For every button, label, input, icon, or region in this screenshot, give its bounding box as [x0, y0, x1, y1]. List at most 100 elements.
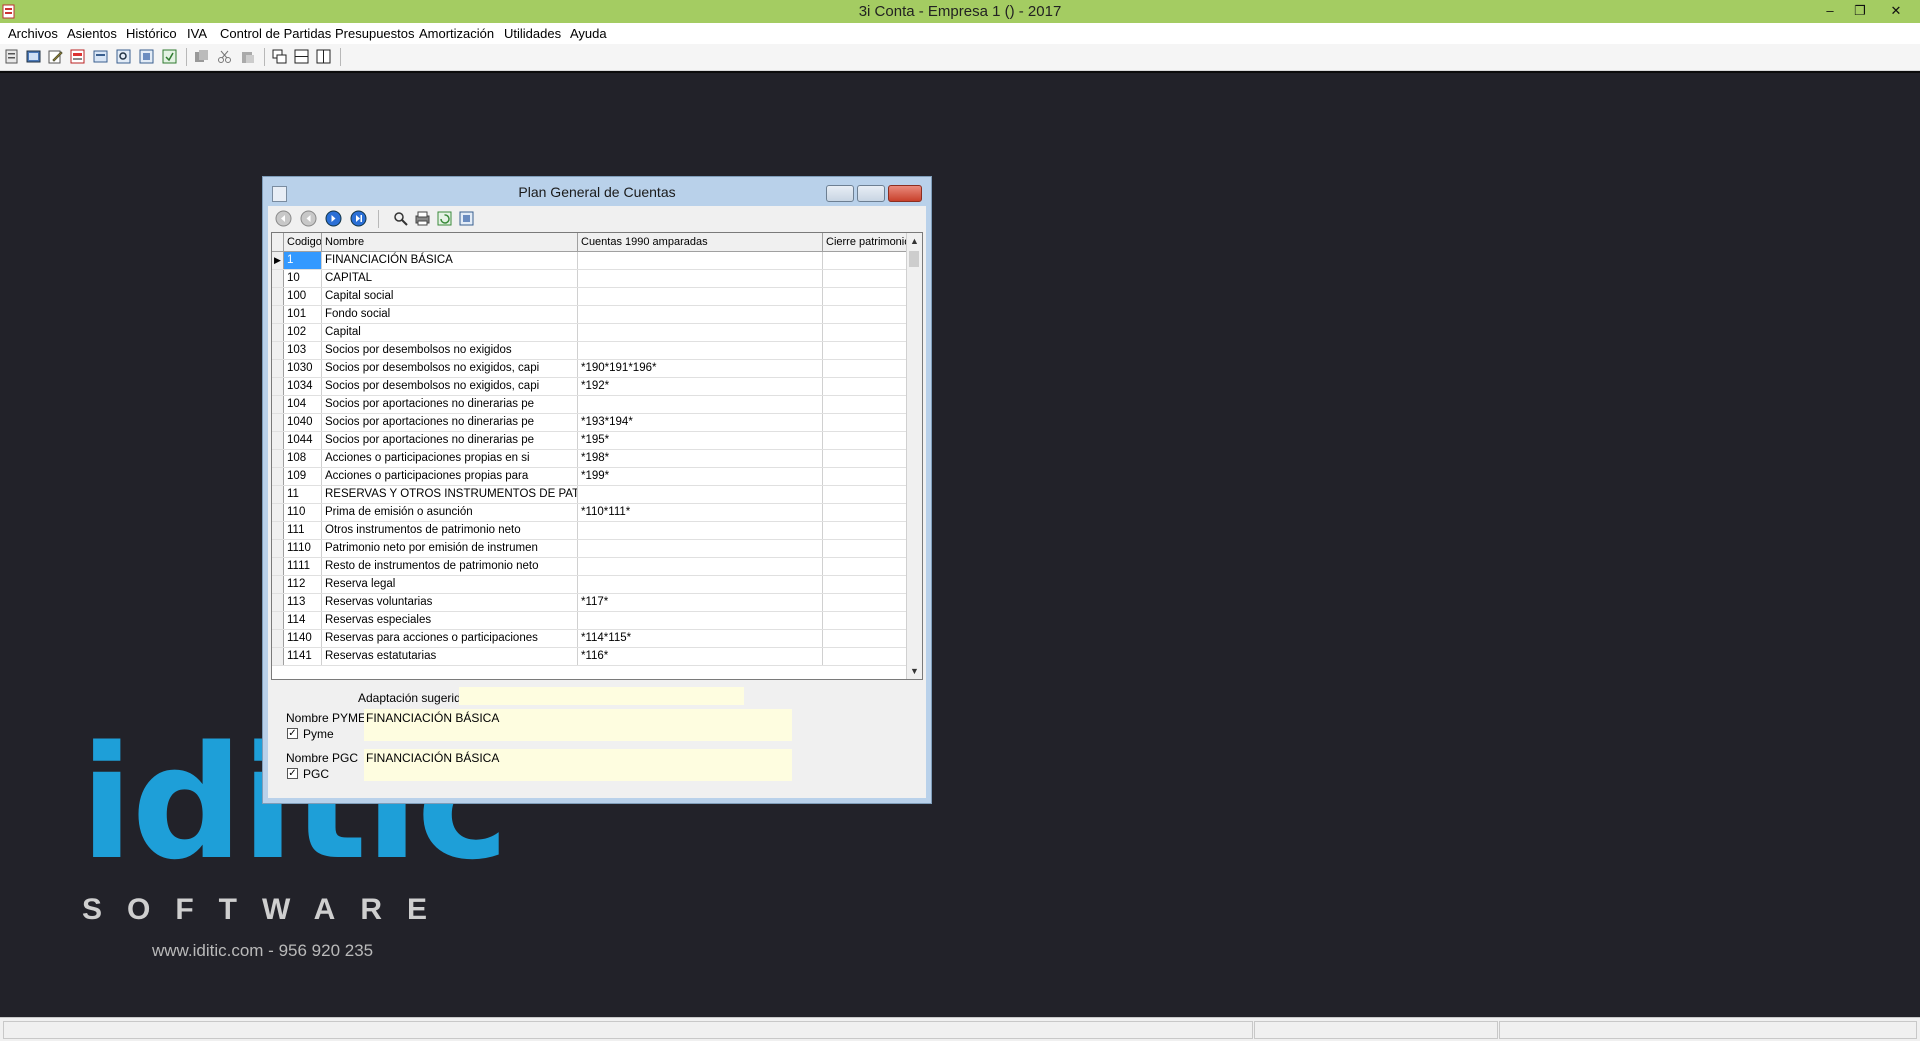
table-row[interactable]: 104 Socios por aportaciones no dinerarias… — [272, 396, 908, 414]
row-indicator[interactable] — [272, 648, 284, 665]
cell-nombre[interactable]: Patrimonio neto por emisión de instrumen — [322, 540, 578, 557]
table-row[interactable]: 1044 Socios por aportaciones no dineraria… — [272, 432, 908, 450]
row-indicator[interactable] — [272, 324, 284, 341]
row-indicator[interactable] — [272, 378, 284, 395]
cell-cuentas-1990[interactable]: *192* — [578, 378, 823, 395]
table-row[interactable]: 113 Reservas voluntarias *117* — [272, 594, 908, 612]
scrollbar-thumb[interactable] — [909, 251, 919, 267]
cell-codigo[interactable]: 1030 — [284, 360, 322, 377]
table-row[interactable]: 11 RESERVAS Y OTROS INSTRUMENTOS DE PATRI — [272, 486, 908, 504]
cell-cuentas-1990[interactable]: *199* — [578, 468, 823, 485]
cell-nombre[interactable]: FINANCIACIÓN BÁSICA — [322, 252, 578, 269]
close-button[interactable]: ✕ — [1882, 1, 1910, 21]
cell-codigo[interactable]: 10 — [284, 270, 322, 287]
cell-cierre-patrimonio[interactable] — [823, 324, 908, 341]
pgc-checkbox[interactable]: ✓ — [287, 768, 298, 779]
table-row[interactable]: 103 Socios por desembolsos no exigidos — [272, 342, 908, 360]
cell-nombre[interactable]: Reservas para acciones o participaciones — [322, 630, 578, 647]
cell-cuentas-1990[interactable]: *114*115* — [578, 630, 823, 647]
cell-cuentas-1990[interactable] — [578, 558, 823, 575]
cell-cierre-patrimonio[interactable] — [823, 360, 908, 377]
cell-codigo[interactable]: 102 — [284, 324, 322, 341]
cell-nombre[interactable]: Reservas estatutarias — [322, 648, 578, 665]
menu-amortizacion[interactable]: Amortización — [419, 26, 494, 41]
cell-cierre-patrimonio[interactable] — [823, 594, 908, 611]
cell-cierre-patrimonio[interactable] — [823, 432, 908, 449]
menu-iva[interactable]: IVA — [187, 26, 207, 41]
cell-nombre[interactable]: Prima de emisión o asunción — [322, 504, 578, 521]
cell-nombre[interactable]: Capital — [322, 324, 578, 341]
restore-button[interactable]: ❐ — [1846, 1, 1874, 21]
child-maximize-button[interactable] — [857, 185, 885, 202]
row-indicator[interactable] — [272, 270, 284, 287]
pgc-name-field[interactable]: FINANCIACIÓN BÁSICA — [364, 749, 792, 781]
edit-icon[interactable] — [48, 49, 63, 64]
cell-nombre[interactable]: Resto de instrumentos de patrimonio neto — [322, 558, 578, 575]
row-indicator[interactable] — [272, 468, 284, 485]
table-row[interactable]: 108 Acciones o participaciones propias en… — [272, 450, 908, 468]
table-row[interactable]: 111 Otros instrumentos de patrimonio neto — [272, 522, 908, 540]
row-indicator[interactable] — [272, 504, 284, 521]
cell-cierre-patrimonio[interactable] — [823, 648, 908, 665]
pyme-checkbox[interactable]: ✓ — [287, 728, 298, 739]
vat-icon[interactable] — [70, 49, 85, 64]
table-row[interactable]: 101 Fondo social — [272, 306, 908, 324]
minimize-button[interactable]: – — [1816, 1, 1844, 21]
cell-codigo[interactable]: 103 — [284, 342, 322, 359]
cell-cuentas-1990[interactable] — [578, 306, 823, 323]
cell-codigo[interactable]: 1141 — [284, 648, 322, 665]
row-indicator[interactable] — [272, 540, 284, 557]
cell-cierre-patrimonio[interactable] — [823, 522, 908, 539]
cell-cierre-patrimonio[interactable] — [823, 468, 908, 485]
cell-nombre[interactable]: Acciones o participaciones propias para — [322, 468, 578, 485]
cell-cierre-patrimonio[interactable] — [823, 270, 908, 287]
row-indicator[interactable] — [272, 342, 284, 359]
cell-cuentas-1990[interactable] — [578, 342, 823, 359]
cell-cuentas-1990[interactable]: *116* — [578, 648, 823, 665]
cell-nombre[interactable]: Socios por desembolsos no exigidos — [322, 342, 578, 359]
report-icon[interactable] — [93, 49, 108, 64]
cell-codigo[interactable]: 114 — [284, 612, 322, 629]
current-row-indicator-icon[interactable]: ▶ — [272, 252, 284, 269]
copy-icon[interactable] — [194, 49, 209, 64]
cell-cierre-patrimonio[interactable] — [823, 252, 908, 269]
cell-cierre-patrimonio[interactable] — [823, 612, 908, 629]
cell-nombre[interactable]: RESERVAS Y OTROS INSTRUMENTOS DE PATRI — [322, 486, 578, 503]
cell-codigo[interactable]: 112 — [284, 576, 322, 593]
menu-control-partidas[interactable]: Control de Partidas — [220, 26, 331, 41]
cell-cierre-patrimonio[interactable] — [823, 450, 908, 467]
cell-nombre[interactable]: Fondo social — [322, 306, 578, 323]
table-row[interactable]: 1141 Reservas estatutarias *116* — [272, 648, 908, 666]
menu-asientos[interactable]: Asientos — [67, 26, 117, 41]
cell-codigo[interactable]: 100 — [284, 288, 322, 305]
plan-general-cuentas-window[interactable]: Plan General de Cuentas Codigo Nombre Cu… — [262, 176, 932, 804]
database-icon[interactable] — [26, 49, 41, 64]
cell-codigo[interactable]: 108 — [284, 450, 322, 467]
cell-cuentas-1990[interactable] — [578, 486, 823, 503]
export-icon[interactable] — [162, 49, 177, 64]
cell-nombre[interactable]: Socios por desembolsos no exigidos, capi — [322, 360, 578, 377]
cell-nombre[interactable]: Otros instrumentos de patrimonio neto — [322, 522, 578, 539]
cell-nombre[interactable]: Socios por aportaciones no dinerarias pe — [322, 432, 578, 449]
cell-codigo[interactable]: 1111 — [284, 558, 322, 575]
cell-codigo[interactable]: 1034 — [284, 378, 322, 395]
cell-cierre-patrimonio[interactable] — [823, 630, 908, 647]
last-record-icon[interactable] — [350, 210, 367, 227]
row-indicator[interactable] — [272, 288, 284, 305]
tile-vertical-icon[interactable] — [316, 49, 331, 64]
cell-codigo[interactable]: 113 — [284, 594, 322, 611]
column-header-codigo[interactable]: Codigo — [284, 233, 322, 251]
adaptacion-field[interactable] — [459, 687, 744, 705]
cell-cierre-patrimonio[interactable] — [823, 414, 908, 431]
export-icon[interactable] — [458, 210, 475, 227]
cell-codigo[interactable]: 1040 — [284, 414, 322, 431]
cell-codigo[interactable]: 109 — [284, 468, 322, 485]
prev-record-icon[interactable] — [300, 210, 317, 227]
search-icon[interactable] — [392, 210, 409, 227]
table-row[interactable]: 1034 Socios por desembolsos no exigidos, … — [272, 378, 908, 396]
table-row[interactable]: 112 Reserva legal — [272, 576, 908, 594]
cell-cuentas-1990[interactable]: *190*191*196* — [578, 360, 823, 377]
search-icon[interactable] — [116, 49, 131, 64]
cell-cuentas-1990[interactable] — [578, 252, 823, 269]
column-header-cuentas-1990[interactable]: Cuentas 1990 amparadas — [578, 233, 823, 251]
